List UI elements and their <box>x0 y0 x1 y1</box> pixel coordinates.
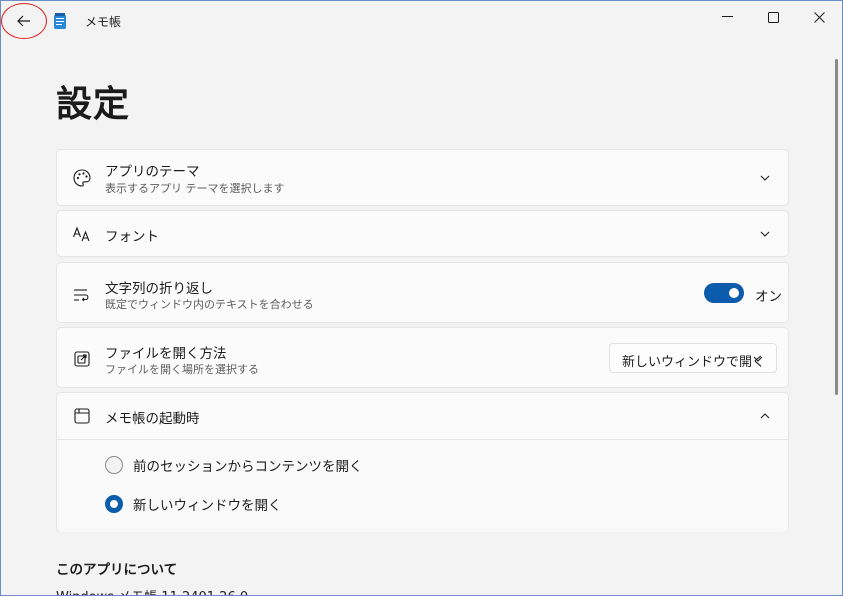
close-button[interactable] <box>796 1 842 33</box>
version-text: Windows メモ帳 11.2401.26.0 <box>56 586 248 595</box>
maximize-icon <box>767 11 779 23</box>
arrow-left-icon <box>17 15 30 27</box>
toggle-knob <box>729 288 739 298</box>
chevron-down-icon[interactable] <box>758 227 772 241</box>
theme-subtitle: 表示するアプリ テーマを選択します <box>105 182 285 195</box>
chevron-down-icon[interactable] <box>758 171 772 185</box>
theme-title: アプリのテーマ <box>105 164 200 180</box>
open-files-title: ファイルを開く方法 <box>105 346 227 362</box>
palette-icon <box>73 169 91 187</box>
radio-label: 前のセッションからコンテンツを開く <box>133 459 363 475</box>
startup-options-panel: 前のセッションからコンテンツを開く 新しいウィンドウを開く <box>57 439 788 532</box>
dropdown-selected-value: 新しいウィンドウで開く <box>622 355 766 370</box>
chevron-up-icon[interactable] <box>758 409 772 423</box>
app-title: メモ帳 <box>85 15 122 29</box>
open-window-icon <box>74 351 90 367</box>
font-icon <box>72 226 90 242</box>
open-files-dropdown[interactable]: 新しいウィンドウで開く <box>609 343 777 373</box>
theme-setting-card[interactable]: アプリのテーマ 表示するアプリ テーマを選択します <box>56 149 789 206</box>
open-files-subtitle: ファイルを開く場所を選択する <box>105 363 259 376</box>
word-wrap-toggle-label: オン <box>755 289 782 305</box>
radio-label: 新しいウィンドウを開く <box>133 498 282 514</box>
startup-option-new-window[interactable]: 新しいウィンドウを開く <box>105 493 282 515</box>
back-button[interactable] <box>5 5 43 37</box>
maximize-button[interactable] <box>750 1 796 33</box>
window-icon <box>74 408 90 424</box>
minimize-icon <box>721 16 733 17</box>
word-wrap-subtitle: 既定でウィンドウ内のテキストを合わせる <box>105 298 314 311</box>
word-wrap-title: 文字列の折り返し <box>105 281 213 297</box>
about-heading: このアプリについて <box>56 562 178 578</box>
title-bar: メモ帳 <box>1 1 842 41</box>
startup-option-restore-session[interactable]: 前のセッションからコンテンツを開く <box>105 454 363 476</box>
open-files-setting-card: ファイルを開く方法 ファイルを開く場所を選択する 新しいウィンドウで開く <box>56 327 789 388</box>
radio-button[interactable] <box>105 456 123 474</box>
startup-setting-card: メモ帳の起動時 前のセッションからコンテンツを開く 新しいウィンドウを開く <box>56 392 789 532</box>
font-title: フォント <box>105 229 159 245</box>
minimize-button[interactable] <box>704 1 750 33</box>
scrollbar[interactable] <box>835 59 838 395</box>
notepad-icon <box>54 13 66 29</box>
radio-button-selected[interactable] <box>105 495 123 513</box>
page-title: 設定 <box>56 84 131 125</box>
close-icon <box>813 11 825 23</box>
font-setting-card[interactable]: フォント <box>56 210 789 257</box>
chevron-down-icon <box>753 356 763 362</box>
word-wrap-toggle[interactable] <box>704 283 744 303</box>
word-wrap-icon <box>74 289 89 302</box>
startup-title: メモ帳の起動時 <box>105 411 200 427</box>
word-wrap-setting-card: 文字列の折り返し 既定でウィンドウ内のテキストを合わせる オン <box>56 262 789 323</box>
notepad-settings-window: メモ帳 設定 アプリのテーマ 表示するアプリ テーマを選択します フォント 文字… <box>0 0 843 596</box>
